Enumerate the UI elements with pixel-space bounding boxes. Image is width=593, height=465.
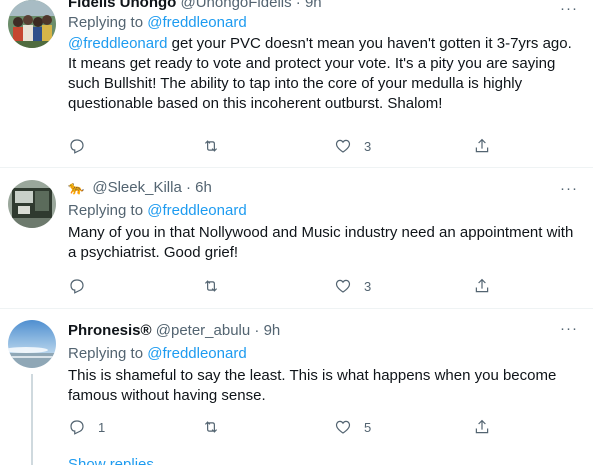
- retweet-button[interactable]: [202, 417, 220, 437]
- tweet-actions: 3: [68, 276, 508, 296]
- timestamp[interactable]: 9h: [264, 322, 281, 339]
- separator-dot: ·: [295, 0, 301, 11]
- more-icon[interactable]: ···: [559, 181, 579, 203]
- reply-button[interactable]: 1: [68, 417, 105, 437]
- like-icon: [335, 279, 351, 293]
- tweet-3[interactable]: Phronesis® @peter_abulu · 9h Replying to…: [0, 309, 593, 465]
- separator-dot: ·: [185, 179, 191, 196]
- tweet-actions: 3: [68, 136, 508, 156]
- retweet-icon: [204, 421, 218, 433]
- reply-icon: [70, 279, 84, 294]
- reply-icon: [70, 420, 84, 435]
- retweet-button[interactable]: [202, 136, 220, 156]
- user-handle[interactable]: @Sleek_Killa: [92, 179, 181, 196]
- like-icon: [335, 420, 351, 434]
- text-mention[interactable]: @freddleonard: [68, 35, 167, 52]
- display-name[interactable]: Fidelis Unongo: [68, 0, 176, 11]
- like-count: 3: [364, 278, 372, 294]
- replying-to-label: Replying to: [68, 345, 144, 362]
- replying-to: Replying to @freddleonard: [68, 344, 579, 364]
- tweet-text: @freddleonard get your PVC doesn't mean …: [68, 34, 579, 114]
- more-icon[interactable]: ···: [559, 1, 579, 23]
- tweet-header: Fidelis Unongo @UnongoFidelis · 9h: [68, 0, 579, 13]
- retweet-icon: [204, 280, 218, 292]
- like-count: 5: [364, 419, 372, 435]
- like-button[interactable]: 3: [334, 136, 371, 156]
- tweet-body: Many of you in that Nollywood and Music …: [68, 224, 574, 261]
- retweet-button[interactable]: [202, 276, 220, 296]
- tweet-header: Phronesis® @peter_abulu · 9h: [68, 321, 579, 341]
- share-button[interactable]: [473, 136, 491, 156]
- replying-to-label: Replying to: [68, 14, 144, 31]
- reply-count: 1: [98, 419, 106, 435]
- tweet-body: This is shameful to say the least. This …: [68, 367, 557, 404]
- avatar[interactable]: [8, 320, 56, 368]
- replying-to: Replying to @freddleonard: [68, 201, 579, 221]
- tweet-1[interactable]: Fidelis Unongo @UnongoFidelis · 9h Reply…: [0, 0, 593, 162]
- share-icon: [475, 138, 489, 153]
- replying-to-mention[interactable]: @freddleonard: [147, 345, 246, 362]
- display-name[interactable]: Phronesis®: [68, 322, 152, 339]
- tweet-header: 🐆 @Sleek_Killa · 6h: [68, 178, 579, 198]
- separator-dot: ·: [254, 322, 260, 339]
- replying-to-label: Replying to: [68, 202, 144, 219]
- user-handle[interactable]: @UnongoFidelis: [181, 0, 292, 11]
- like-button[interactable]: 3: [334, 276, 371, 296]
- user-handle[interactable]: @peter_abulu: [156, 322, 250, 339]
- replying-to-mention[interactable]: @freddleonard: [147, 202, 246, 219]
- timestamp[interactable]: 9h: [305, 0, 322, 11]
- like-count: 3: [364, 138, 372, 154]
- reply-button[interactable]: [68, 276, 98, 296]
- share-icon: [475, 278, 489, 293]
- avatar[interactable]: [8, 180, 56, 228]
- reply-icon: [70, 139, 84, 154]
- like-button[interactable]: 5: [334, 417, 371, 437]
- replying-to-mention[interactable]: @freddleonard: [147, 14, 246, 31]
- avatar[interactable]: [8, 0, 56, 48]
- timestamp[interactable]: 6h: [195, 179, 212, 196]
- replying-to: Replying to @freddleonard: [68, 13, 579, 33]
- show-replies-link[interactable]: Show replies: [68, 455, 154, 465]
- like-icon: [335, 139, 351, 153]
- thread-line: [31, 374, 33, 465]
- share-icon: [475, 419, 489, 434]
- share-button[interactable]: [473, 276, 491, 296]
- retweet-icon: [204, 140, 218, 152]
- tweet-actions: 1 5: [68, 417, 508, 437]
- reply-button[interactable]: [68, 136, 98, 156]
- tweet-2[interactable]: 🐆 @Sleek_Killa · 6h Replying to @freddle…: [0, 168, 593, 308]
- share-button[interactable]: [473, 417, 491, 437]
- leopard-icon: 🐆: [68, 180, 85, 195]
- more-icon[interactable]: ···: [559, 321, 579, 343]
